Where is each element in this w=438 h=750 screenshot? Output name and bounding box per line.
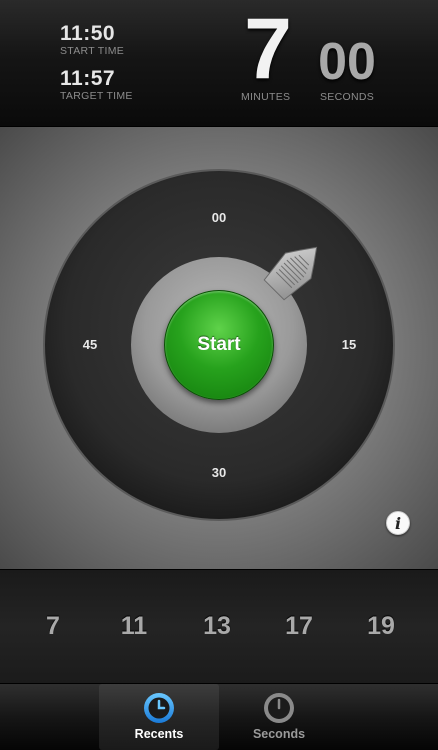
seconds-display: 00 [318,33,376,91]
dial-mark-15: 15 [341,337,357,352]
stopwatch-icon [264,693,294,723]
preset-13[interactable]: 13 [192,612,242,641]
clock-icon [144,693,174,723]
start-time-label: START TIME [60,45,125,57]
dial-mark-00: 00 [211,210,227,225]
tab-bar: Recents Seconds [0,684,438,750]
dial-mark-45: 45 [82,337,98,352]
preset-17[interactable]: 17 [274,612,324,641]
preset-19[interactable]: 19 [356,612,406,641]
minutes-display: 7 [244,1,292,97]
dial-area: 00 15 30 45 Start i [0,127,438,569]
timer-header: 11:50 START TIME 11:57 TARGET TIME 7 00 … [0,0,438,127]
tab-recents[interactable]: Recents [99,684,219,750]
tab-recents-label: Recents [134,727,184,741]
seconds-caption: SECONDS [320,91,375,103]
start-time-block: 11:50 START TIME [60,22,124,57]
start-button[interactable]: Start [164,290,274,400]
start-time-value: 11:50 [60,22,116,45]
target-time-block: 11:57 TARGET TIME [60,67,133,102]
dial-mark-30: 30 [211,465,227,480]
tab-seconds-label: Seconds [252,727,306,741]
target-time-value: 11:57 [60,67,116,90]
info-icon[interactable]: i [386,511,410,535]
target-time-label: TARGET TIME [60,90,133,102]
recent-presets-strip: 7 11 13 17 19 [0,569,438,684]
minutes-caption: MINUTES [241,91,291,103]
tab-seconds[interactable]: Seconds [219,684,339,750]
preset-11[interactable]: 11 [109,612,159,641]
preset-7[interactable]: 7 [28,612,78,641]
